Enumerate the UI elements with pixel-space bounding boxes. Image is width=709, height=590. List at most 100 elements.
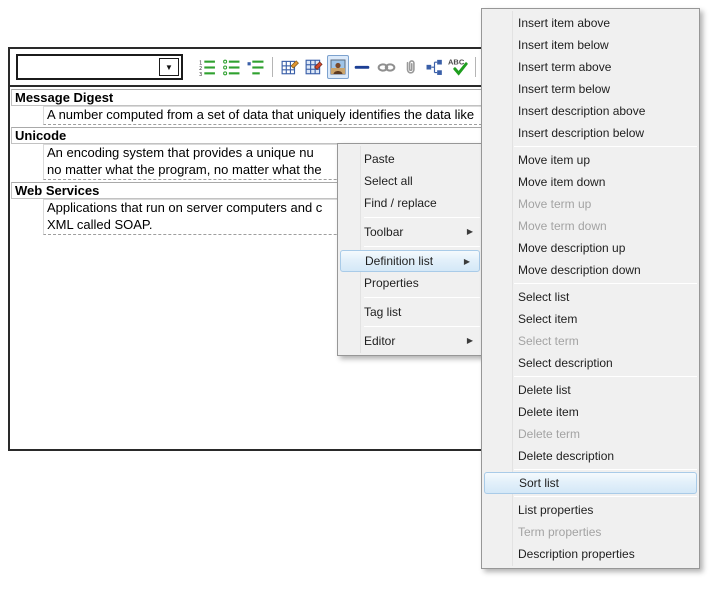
svg-text:ABC: ABC <box>448 58 465 67</box>
insert-link-button[interactable] <box>375 55 397 79</box>
menu-item-delete-item[interactable]: Delete item <box>482 401 699 423</box>
menu-item-label: Toolbar <box>364 225 403 239</box>
bullet-list-button[interactable] <box>220 55 242 79</box>
menu-item-label: Insert term above <box>518 60 611 74</box>
toolbar-separator <box>272 57 273 77</box>
menu-separator <box>364 326 480 327</box>
menu-item-move-item-down[interactable]: Move item down <box>482 171 699 193</box>
menu-item-insert-term-above[interactable]: Insert term above <box>482 56 699 78</box>
submenu-arrow-icon: ▶ <box>467 221 473 243</box>
menu-item-label: Insert description below <box>518 126 644 140</box>
menu-item-label: Paste <box>364 152 395 166</box>
horizontal-rule-button[interactable] <box>351 55 373 79</box>
menu-item-label: Delete term <box>518 427 580 441</box>
menu-item-label: Find / replace <box>364 196 437 210</box>
horizontal-rule-icon <box>353 58 371 76</box>
menu-item-label: Delete list <box>518 383 571 397</box>
menu-item-paste[interactable]: Paste <box>338 148 482 170</box>
menu-item-label: Insert term below <box>518 82 610 96</box>
menu-item-label: Move item up <box>518 153 590 167</box>
menu-item-editor[interactable]: Editor ▶ <box>338 330 482 352</box>
edit-table-icon <box>305 58 323 76</box>
menu-item-insert-item-above[interactable]: Insert item above <box>482 12 699 34</box>
menu-item-select-list[interactable]: Select list <box>482 286 699 308</box>
menu-item-term-properties: Term properties <box>482 521 699 543</box>
menu-item-definition-list[interactable]: Definition list ▶ <box>340 250 480 272</box>
toolbar-separator <box>475 57 476 77</box>
definition-term[interactable]: Unicode <box>11 127 482 144</box>
menu-item-toolbar[interactable]: Toolbar ▶ <box>338 221 482 243</box>
menu-item-label: Delete item <box>518 405 579 419</box>
menu-item-label: Move description down <box>518 263 641 277</box>
attachment-icon <box>402 59 419 76</box>
style-dropdown[interactable]: ▼ <box>16 54 183 80</box>
menu-item-select-term: Select term <box>482 330 699 352</box>
menu-item-list-properties[interactable]: List properties <box>482 499 699 521</box>
menu-item-select-description[interactable]: Select description <box>482 352 699 374</box>
menu-item-select-item[interactable]: Select item <box>482 308 699 330</box>
menu-item-label: Editor <box>364 334 395 348</box>
menu-item-select-all[interactable]: Select all <box>338 170 482 192</box>
menu-item-label: Tag list <box>364 305 401 319</box>
menu-item-delete-description[interactable]: Delete description <box>482 445 699 467</box>
menu-item-label: Sort list <box>519 476 559 490</box>
menu-item-label: Move description up <box>518 241 625 255</box>
term-text: Message Digest <box>15 90 113 105</box>
numbered-list-button[interactable]: 1 2 3 <box>196 55 218 79</box>
definition-list-icon <box>247 59 264 76</box>
menu-item-move-term-down: Move term down <box>482 215 699 237</box>
spell-check-button[interactable]: ABC <box>447 55 469 79</box>
menu-item-move-description-up[interactable]: Move description up <box>482 237 699 259</box>
definition-description[interactable]: A number computed from a set of data tha… <box>43 106 482 125</box>
tag-tree-button[interactable] <box>423 55 445 79</box>
menu-item-label: Select all <box>364 174 413 188</box>
definition-list-button[interactable] <box>244 55 266 79</box>
menu-separator <box>364 246 480 247</box>
style-dropdown-input[interactable] <box>19 57 157 77</box>
menu-item-insert-term-below[interactable]: Insert term below <box>482 78 699 100</box>
menu-separator <box>364 297 480 298</box>
menu-item-delete-term: Delete term <box>482 423 699 445</box>
menu-item-label: Select description <box>518 356 613 370</box>
menu-item-description-properties[interactable]: Description properties <box>482 543 699 565</box>
menu-item-insert-item-below[interactable]: Insert item below <box>482 34 699 56</box>
menu-item-find-replace[interactable]: Find / replace <box>338 192 482 214</box>
menu-item-label: Select item <box>518 312 577 326</box>
menu-item-label: Select list <box>518 290 569 304</box>
menu-item-delete-list[interactable]: Delete list <box>482 379 699 401</box>
menu-item-insert-description-below[interactable]: Insert description below <box>482 122 699 144</box>
menu-item-sort-list[interactable]: Sort list <box>484 472 697 494</box>
insert-table-button[interactable] <box>279 55 301 79</box>
definition-term[interactable]: Message Digest <box>11 89 482 106</box>
menu-separator <box>514 376 697 377</box>
menu-separator <box>514 283 697 284</box>
tag-tree-icon <box>426 59 443 76</box>
menu-item-label: Properties <box>364 276 419 290</box>
context-menu: Paste Select all Find / replace Toolbar … <box>337 143 483 356</box>
menu-separator <box>514 146 697 147</box>
submenu-arrow-icon: ▶ <box>467 330 473 352</box>
menu-item-tag-list[interactable]: Tag list <box>338 301 482 323</box>
menu-item-label: Insert item above <box>518 16 610 30</box>
attachment-button[interactable] <box>399 55 421 79</box>
bullet-list-icon <box>223 59 240 76</box>
menu-separator <box>514 469 697 470</box>
menu-item-move-description-down[interactable]: Move description down <box>482 259 699 281</box>
menu-item-move-term-up: Move term up <box>482 193 699 215</box>
numbered-list-icon: 1 2 3 <box>199 59 216 76</box>
menu-item-label: Move item down <box>518 175 605 189</box>
menu-item-move-item-up[interactable]: Move item up <box>482 149 699 171</box>
spell-check-icon: ABC <box>448 57 468 77</box>
menu-item-label: Description properties <box>518 547 635 561</box>
insert-link-icon <box>377 58 396 77</box>
menu-item-insert-description-above[interactable]: Insert description above <box>482 100 699 122</box>
chevron-down-icon[interactable]: ▼ <box>159 58 179 76</box>
term-text: Web Services <box>15 183 99 198</box>
menu-item-label: Select term <box>518 334 579 348</box>
menu-separator <box>364 217 480 218</box>
menu-item-label: Delete description <box>518 449 614 463</box>
insert-image-button[interactable] <box>327 55 349 79</box>
edit-table-button[interactable] <box>303 55 325 79</box>
menu-item-label: Move term up <box>518 197 591 211</box>
menu-item-properties[interactable]: Properties <box>338 272 482 294</box>
